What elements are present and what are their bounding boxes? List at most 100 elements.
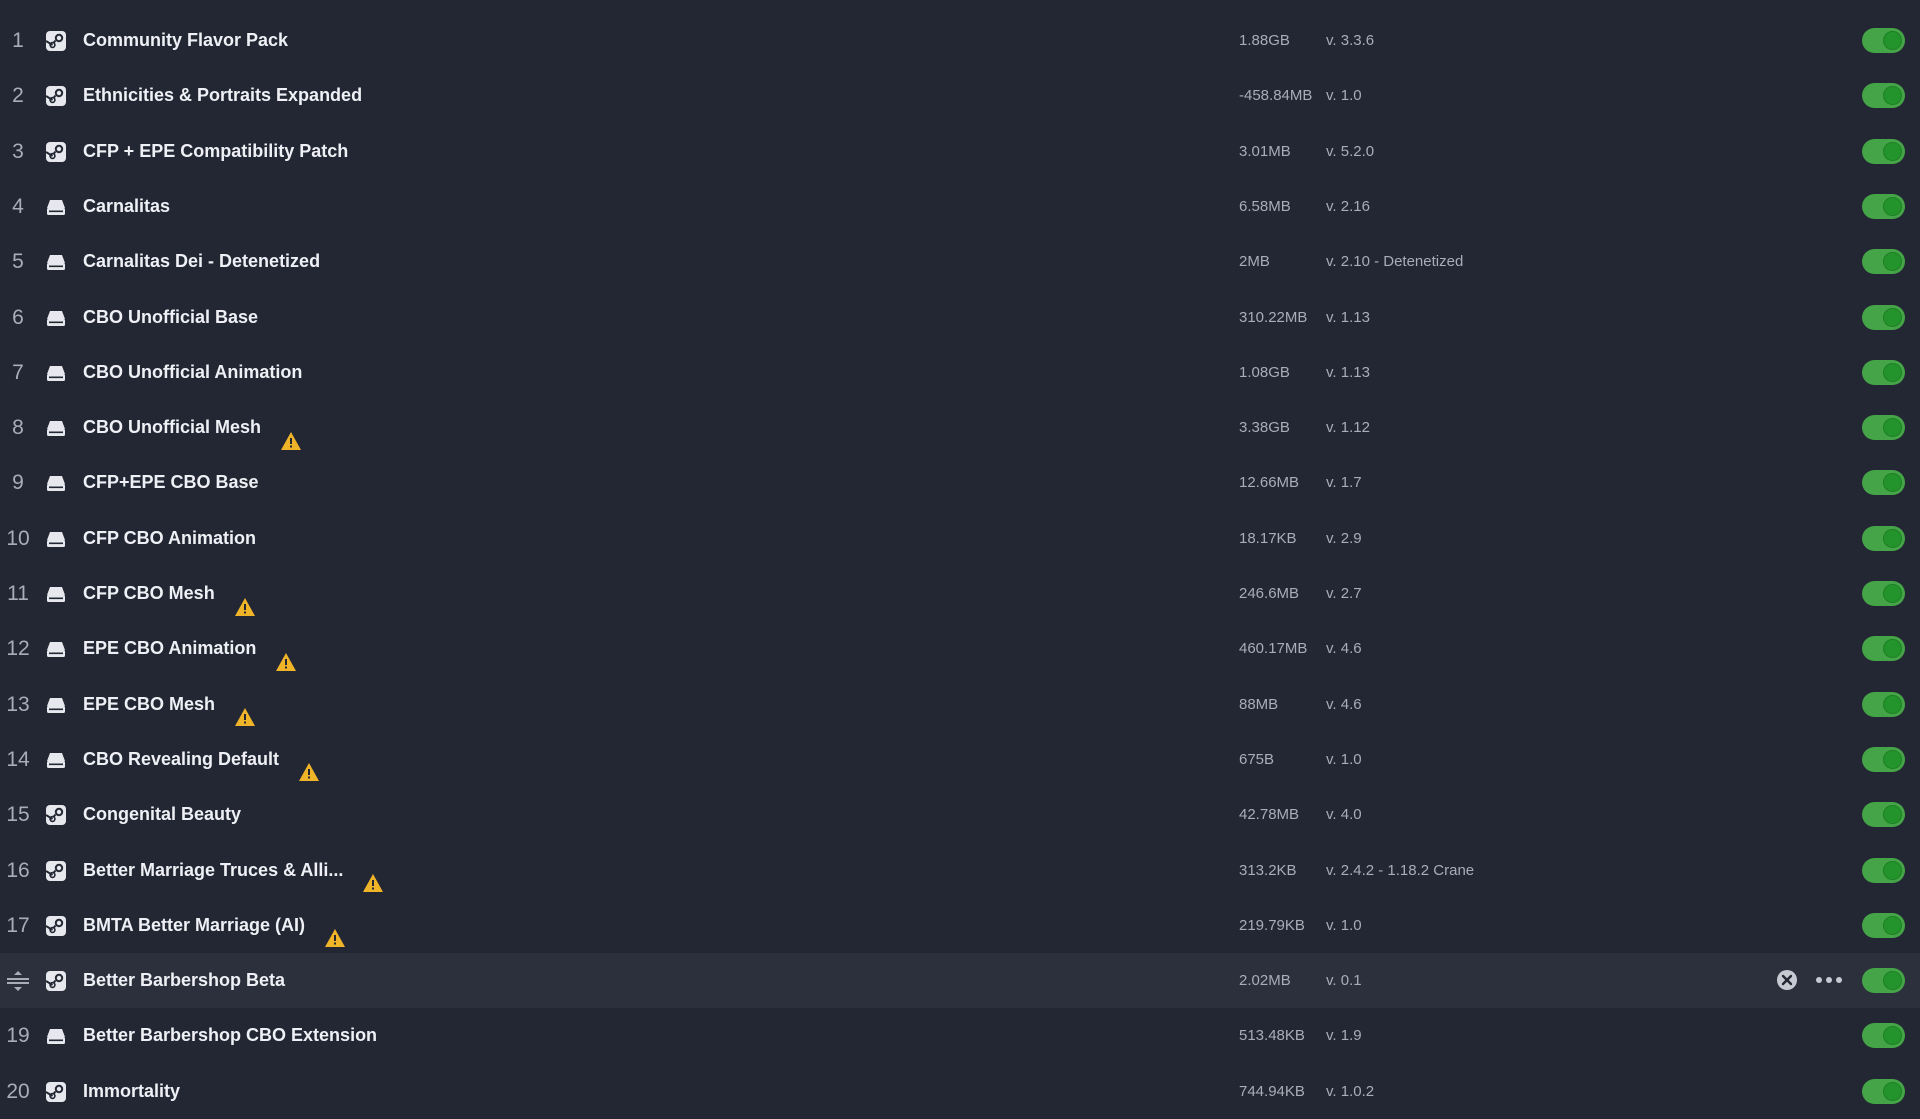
toggle-knob <box>1883 639 1902 659</box>
toggle-knob <box>1883 252 1902 272</box>
toggle-knob <box>1883 418 1902 438</box>
mod-version: v. 2.9 <box>1326 529 1362 547</box>
mod-row[interactable]: 11 CFP CBO Mesh 246.6MB v. 2.7 <box>0 566 1920 621</box>
mod-row[interactable]: 1 Community Flavor Pack 1.88GB v. 3.3.6 <box>0 13 1920 68</box>
warning-icon[interactable] <box>234 584 256 616</box>
mod-name: CFP+EPE CBO Base <box>83 472 259 493</box>
more-options-icon[interactable] <box>1814 971 1844 989</box>
mod-index: 17 <box>6 913 30 937</box>
drag-handle-icon[interactable] <box>5 970 31 992</box>
mod-name: Congenital Beauty <box>83 804 242 825</box>
mod-index: 20 <box>6 1079 30 1103</box>
enable-toggle[interactable] <box>1862 1023 1905 1049</box>
enable-toggle[interactable] <box>1862 415 1905 441</box>
mod-index: 19 <box>6 1024 30 1048</box>
mod-row[interactable]: 6 CBO Unofficial Base 310.22MB v. 1.13 <box>0 290 1920 345</box>
enable-toggle[interactable] <box>1862 857 1905 883</box>
steam-icon <box>45 85 67 107</box>
mod-row[interactable]: 12 EPE CBO Animation 460.17MB v. 4.6 <box>0 621 1920 676</box>
steam-icon <box>45 860 67 882</box>
mod-name: Community Flavor Pack <box>83 30 289 50</box>
mod-version: v. 1.13 <box>1326 363 1370 381</box>
warning-icon[interactable] <box>324 915 346 948</box>
enable-toggle[interactable] <box>1862 912 1905 938</box>
mod-name-cell: BMTA Better Marriage (AI) <box>83 898 346 953</box>
enable-toggle[interactable] <box>1862 1078 1905 1104</box>
mod-row[interactable]: 16 Better Marriage Truces & Alli... 313.… <box>0 843 1920 898</box>
enable-toggle[interactable] <box>1862 138 1905 164</box>
toggle-knob <box>1883 860 1902 880</box>
mod-size: 310.22MB <box>1239 308 1308 326</box>
mod-index: 3 <box>12 139 24 163</box>
mod-name: Better Barbershop Beta <box>83 970 286 991</box>
toggle-knob <box>1883 971 1902 991</box>
mod-row[interactable]: 15 Congenital Beauty 42.78MB v. 4.0 <box>0 787 1920 842</box>
enable-toggle[interactable] <box>1862 525 1905 551</box>
toggle-knob <box>1883 694 1902 714</box>
mod-row[interactable]: 10 CFP CBO Animation 18.17KB v. 2.9 <box>0 511 1920 566</box>
mod-index: 11 <box>7 582 29 605</box>
mod-name: Ethnicities & Portraits Expanded <box>83 85 363 106</box>
mod-version: v. 1.12 <box>1326 419 1370 437</box>
warning-icon[interactable] <box>280 418 302 450</box>
mod-name: CFP CBO Mesh <box>83 583 215 603</box>
warning-icon[interactable] <box>362 860 384 892</box>
mod-size: 42.78MB <box>1239 806 1300 824</box>
warning-icon[interactable] <box>298 749 320 782</box>
mod-name: EPE CBO Mesh <box>83 693 216 714</box>
remove-icon[interactable] <box>1776 969 1798 991</box>
mod-size: 2MB <box>1239 253 1270 271</box>
mod-name-cell: Ethnicities & Portraits Expanded <box>83 68 362 123</box>
enable-toggle[interactable] <box>1862 304 1905 330</box>
mod-version: v. 1.13 <box>1326 308 1370 326</box>
mod-index: 10 <box>6 526 30 550</box>
mod-index: 6 <box>12 305 24 329</box>
enable-toggle[interactable] <box>1862 193 1905 219</box>
mod-row[interactable]: 7 CBO Unofficial Animation 1.08GB v. 1.13 <box>0 345 1920 400</box>
mod-index: 8 <box>12 416 24 440</box>
mod-row[interactable]: 4 Carnalitas 6.58MB v. 2.16 <box>0 179 1920 234</box>
mod-row[interactable]: 9 CFP+EPE CBO Base 12.66MB v. 1.7 <box>0 455 1920 510</box>
enable-toggle[interactable] <box>1862 83 1905 109</box>
mod-name-cell: CBO Unofficial Base <box>83 290 258 345</box>
mod-size: 6.58MB <box>1239 197 1291 215</box>
mod-row[interactable]: 19 Better Barbershop CBO Extension 513.48… <box>0 1008 1920 1063</box>
mod-row[interactable]: 5 Carnalitas Dei - Detenetized 2MB v. 2.10… <box>0 234 1920 289</box>
mod-size: 744.94KB <box>1239 1082 1305 1100</box>
mod-version: v. 4.6 <box>1326 640 1362 658</box>
mod-name: EPE CBO Animation <box>83 638 257 659</box>
mod-version: v. 2.4.2 - 1.18.2 Crane <box>1326 861 1475 879</box>
mod-row[interactable]: Better Barbershop Beta 2.02MB v. 0.1 <box>0 953 1920 1009</box>
enable-toggle[interactable] <box>1862 581 1905 606</box>
mod-name: Carnalitas <box>83 195 171 216</box>
mod-row[interactable]: 3 CFP + EPE Compatibility Patch 3.01MB v. … <box>0 124 1920 179</box>
mod-row[interactable]: 14 CBO Revealing Default 675B v. 1.0 <box>0 732 1920 787</box>
mod-name: Better Marriage Truces & Alli... <box>83 859 344 880</box>
warning-icon[interactable] <box>275 639 297 671</box>
warning-icon[interactable] <box>234 694 256 727</box>
mod-row[interactable]: 20 Immortality 744.94KB v. 1.0.2 <box>0 1064 1920 1119</box>
enable-toggle[interactable] <box>1862 28 1905 53</box>
mod-index: 1 <box>12 29 24 52</box>
enable-toggle[interactable] <box>1862 691 1905 717</box>
mod-row[interactable]: 8 CBO Unofficial Mesh 3.38GB v. 1.12 <box>0 400 1920 455</box>
mod-name-cell: EPE CBO Animation <box>83 621 297 676</box>
mod-row[interactable]: 2 Ethnicities & Portraits Expanded -458.8… <box>0 68 1920 123</box>
enable-toggle[interactable] <box>1862 746 1905 772</box>
enable-toggle[interactable] <box>1862 249 1905 275</box>
toggle-knob <box>1883 307 1902 327</box>
mod-row[interactable]: 17 BMTA Better Marriage (AI) 219.79KB v. … <box>0 898 1920 953</box>
enable-toggle[interactable] <box>1862 359 1905 385</box>
steam-icon <box>45 30 67 52</box>
enable-toggle[interactable] <box>1862 470 1905 496</box>
mod-name-cell: CBO Unofficial Animation <box>83 345 302 400</box>
toggle-knob <box>1883 196 1902 216</box>
mod-index: 14 <box>6 747 30 771</box>
mod-row[interactable]: 13 EPE CBO Mesh 88MB v. 4.6 <box>0 677 1920 732</box>
mod-version: v. 2.7 <box>1326 585 1362 602</box>
local-drive-icon <box>45 528 67 550</box>
enable-toggle[interactable] <box>1862 968 1905 994</box>
mod-version: v. 4.0 <box>1326 806 1362 824</box>
enable-toggle[interactable] <box>1862 636 1905 662</box>
enable-toggle[interactable] <box>1862 802 1905 828</box>
